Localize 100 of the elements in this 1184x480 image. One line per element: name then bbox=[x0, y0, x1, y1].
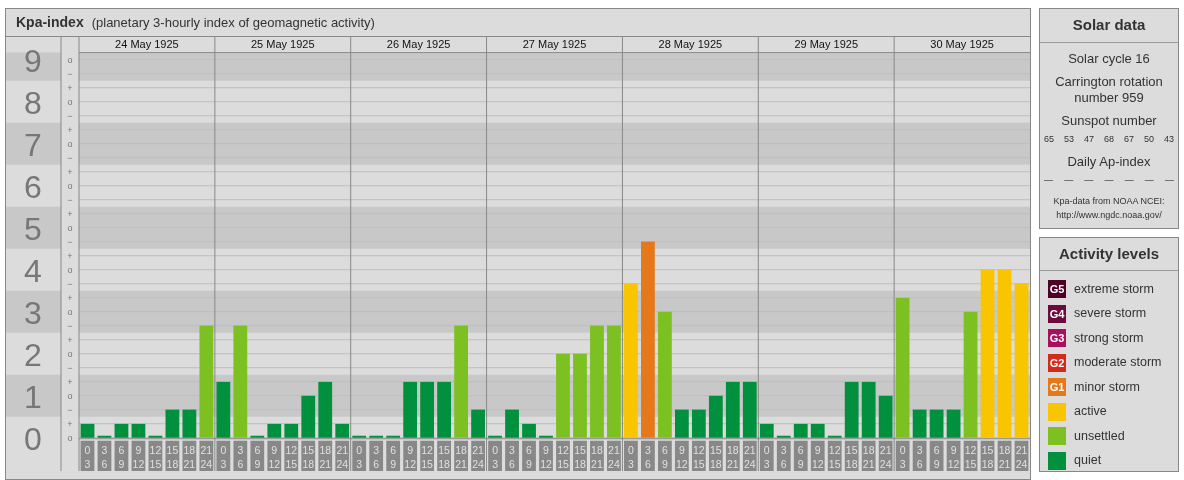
axis-tick-label: + bbox=[67, 124, 73, 135]
axis-tick-label: + bbox=[67, 418, 73, 429]
bar bbox=[216, 381, 231, 438]
legend-label: quiet bbox=[1074, 452, 1102, 470]
axis-label: 0 bbox=[24, 420, 42, 457]
time-label: 18 21 bbox=[318, 440, 333, 471]
time-label: 3 6 bbox=[233, 440, 248, 471]
axis-tick-label: − bbox=[67, 320, 73, 331]
time-label: 12 15 bbox=[963, 440, 978, 471]
time-label: 18 21 bbox=[182, 440, 197, 471]
time-label: 0 3 bbox=[216, 440, 231, 471]
x-tick-label: 3 6 bbox=[780, 443, 787, 470]
x-tick-label: 3 6 bbox=[644, 443, 651, 470]
sunspot-value: 65 bbox=[1044, 132, 1054, 146]
legend-swatch: G4 bbox=[1048, 304, 1066, 323]
date-label: 30 May 1925 bbox=[930, 38, 994, 50]
time-label: 3 6 bbox=[776, 440, 791, 471]
bar bbox=[369, 435, 384, 438]
time-label: 3 6 bbox=[369, 440, 384, 471]
time-label: 15 18 bbox=[980, 440, 995, 471]
x-tick-label: 3 6 bbox=[101, 443, 108, 470]
time-label: 15 18 bbox=[437, 440, 451, 471]
time-label: 12 15 bbox=[420, 440, 435, 471]
ap-value: — bbox=[1084, 173, 1094, 187]
time-label: 6 9 bbox=[114, 440, 129, 471]
time-label: 21 24 bbox=[471, 440, 485, 471]
date-label: 28 May 1925 bbox=[658, 38, 723, 50]
axis-label: 7 bbox=[24, 126, 42, 163]
chart-title: Kpa-index bbox=[16, 13, 84, 32]
legend-label: unsettled bbox=[1074, 427, 1125, 445]
axis-tick-label: o bbox=[67, 138, 73, 149]
time-label: 6 9 bbox=[658, 440, 672, 471]
x-tick-label: 6 9 bbox=[933, 443, 940, 470]
axis-tick-label: + bbox=[67, 82, 73, 93]
axis-tick-label: + bbox=[67, 376, 73, 387]
axis-tick-label: o bbox=[67, 390, 73, 401]
time-label: 15 18 bbox=[573, 440, 587, 471]
time-label: 12 15 bbox=[691, 440, 706, 471]
time-label: 15 18 bbox=[301, 440, 316, 471]
x-tick-label: 0 3 bbox=[763, 443, 770, 470]
axis-tick-label: o bbox=[67, 348, 73, 359]
bar bbox=[352, 435, 367, 438]
axis-tick-label: o bbox=[67, 264, 73, 275]
axis-tick-label: o bbox=[67, 180, 73, 191]
x-tick-label: 3 6 bbox=[373, 443, 380, 470]
axis-tick-label: − bbox=[67, 404, 73, 415]
ap-value: — bbox=[1164, 173, 1174, 187]
time-label: 15 18 bbox=[708, 440, 723, 471]
bar bbox=[539, 435, 553, 438]
axis-tick-label: − bbox=[67, 362, 73, 373]
axis-label: 1 bbox=[24, 378, 42, 415]
bar bbox=[420, 381, 435, 438]
x-tick-label: 0 3 bbox=[492, 443, 499, 470]
axis-label: 9 bbox=[24, 42, 42, 79]
time-label: 9 12 bbox=[946, 440, 961, 471]
bar bbox=[776, 435, 791, 438]
ap-heading: Daily Ap-index bbox=[1066, 154, 1152, 170]
x-tick-label: 6 9 bbox=[797, 443, 804, 470]
time-label: 3 6 bbox=[97, 440, 112, 471]
time-label: 21 24 bbox=[1014, 440, 1029, 471]
source-url: http://www.ngdc.noaa.gov/ bbox=[1055, 208, 1163, 222]
time-label: 21 24 bbox=[607, 440, 621, 471]
ap-value: — bbox=[1144, 173, 1154, 187]
x-tick-label: 6 9 bbox=[254, 443, 261, 470]
time-label: 18 21 bbox=[725, 440, 740, 471]
time-label: 21 24 bbox=[199, 440, 214, 471]
legend-label: extreme storm bbox=[1074, 280, 1154, 298]
sunspot-value: 68 bbox=[1103, 132, 1114, 146]
chart-subtitle: (planetary 3-hourly index of geomagnetic activity) bbox=[91, 13, 375, 32]
axis-tick-label: + bbox=[67, 292, 73, 303]
axis-tick-label: + bbox=[67, 250, 73, 261]
legend-label: minor storm bbox=[1074, 378, 1140, 396]
bar bbox=[97, 435, 112, 438]
legend-swatch: G3 bbox=[1048, 329, 1066, 348]
time-label: 9 12 bbox=[403, 440, 418, 471]
time-label: 0 3 bbox=[759, 440, 774, 471]
date-label: 25 May 1925 bbox=[251, 38, 315, 50]
bar bbox=[250, 435, 265, 438]
x-tick-label: 0 3 bbox=[628, 443, 634, 470]
axis-label: 5 bbox=[24, 210, 42, 247]
bar bbox=[318, 381, 333, 438]
time-label: 18 21 bbox=[454, 440, 468, 471]
x-tick-label: 6 9 bbox=[661, 443, 668, 470]
axis-tick-label: + bbox=[67, 334, 73, 345]
ap-value: — bbox=[1064, 173, 1074, 187]
axis-label: 3 bbox=[24, 294, 42, 331]
time-label: 9 12 bbox=[539, 440, 553, 471]
time-label: 12 15 bbox=[827, 440, 842, 471]
bar bbox=[148, 435, 163, 438]
x-tick-label: 0 3 bbox=[899, 443, 906, 470]
time-label: 0 3 bbox=[352, 440, 367, 471]
x-tick-label: 6 9 bbox=[390, 443, 397, 470]
ap-value: — bbox=[1124, 173, 1134, 187]
legend-swatch: G5 bbox=[1048, 280, 1066, 299]
legend-swatch: G1 bbox=[1048, 378, 1066, 397]
axis-tick-label: o bbox=[67, 306, 73, 317]
time-label: 18 21 bbox=[997, 440, 1012, 471]
time-label: 9 12 bbox=[267, 440, 282, 471]
time-label: 9 12 bbox=[131, 440, 146, 471]
bar bbox=[403, 381, 418, 438]
